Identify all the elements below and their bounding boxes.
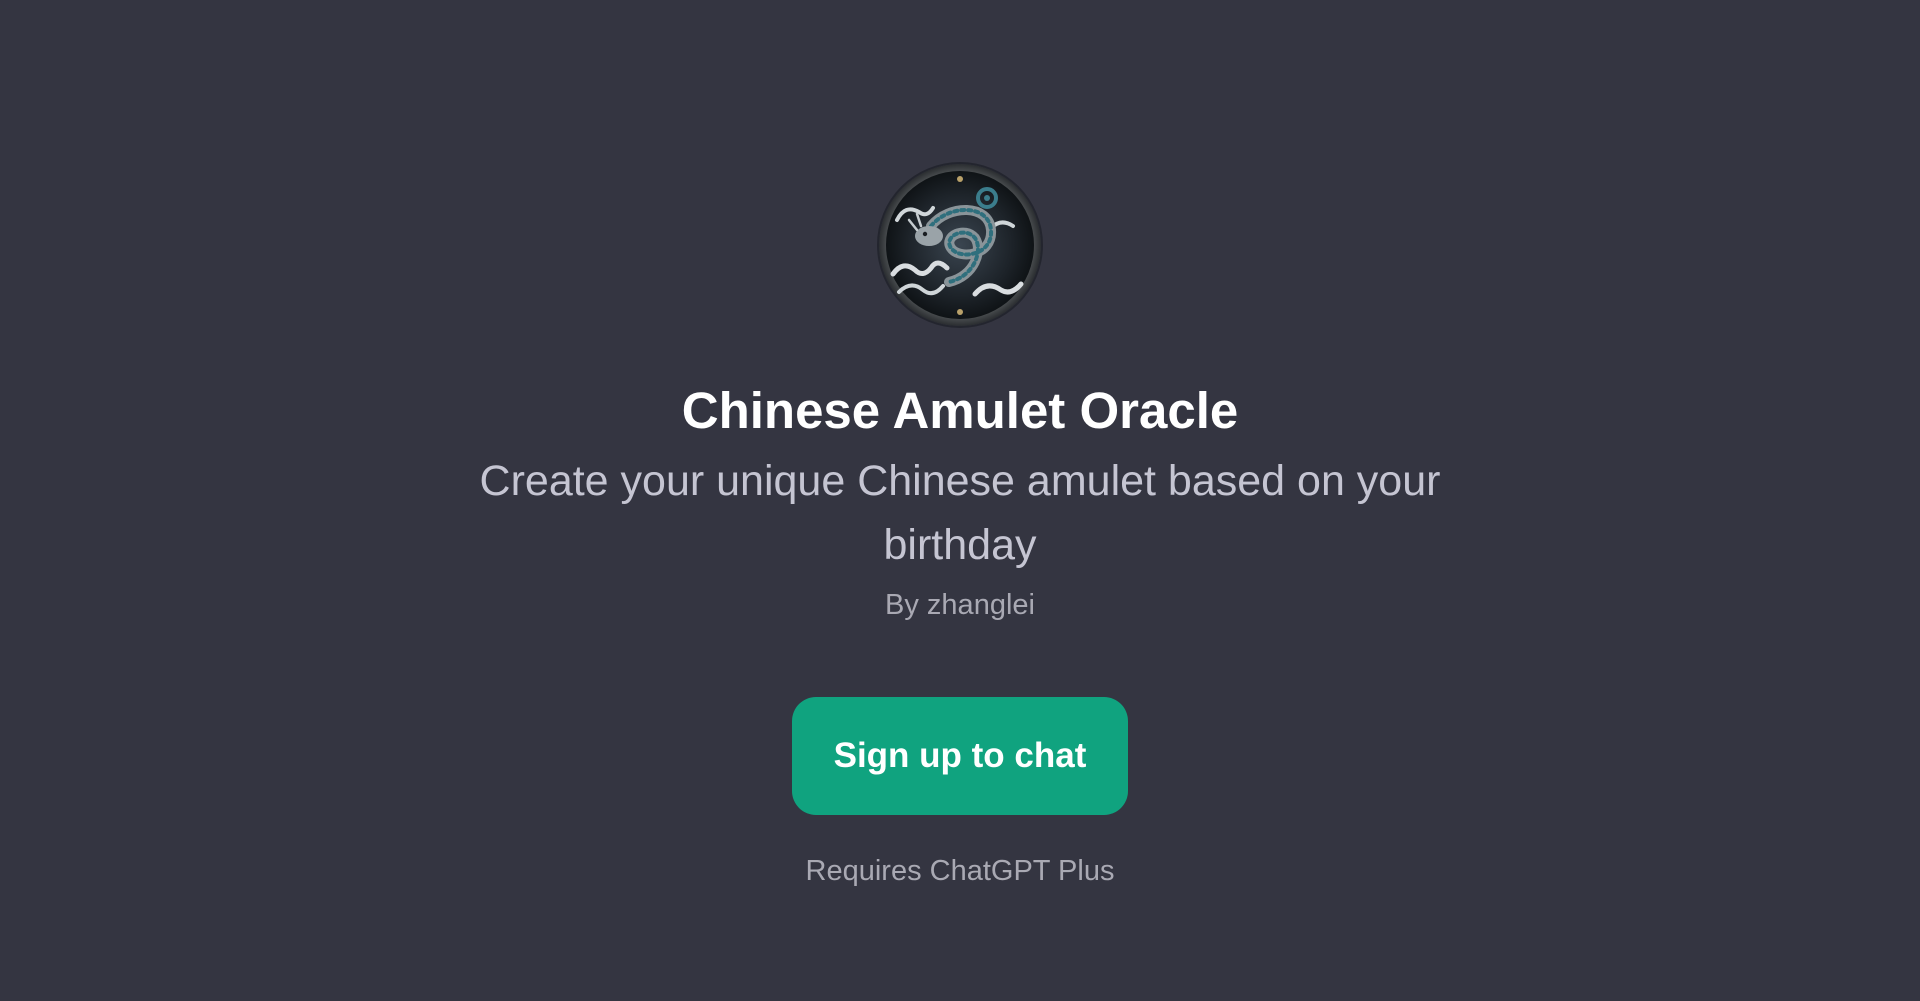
dragon-amulet-icon <box>879 164 1041 326</box>
gpt-description: Create your unique Chinese amulet based … <box>479 457 1441 570</box>
gpt-landing-page: Chinese Amulet Oracle Create your unique… <box>0 0 1920 1001</box>
plan-requirement-note: Requires ChatGPT Plus <box>805 854 1115 887</box>
gpt-title: Chinese Amulet Oracle <box>681 382 1239 439</box>
sign-up-button[interactable]: Sign up to chat <box>792 696 1128 815</box>
gpt-author: By zhanglei <box>885 589 1035 622</box>
